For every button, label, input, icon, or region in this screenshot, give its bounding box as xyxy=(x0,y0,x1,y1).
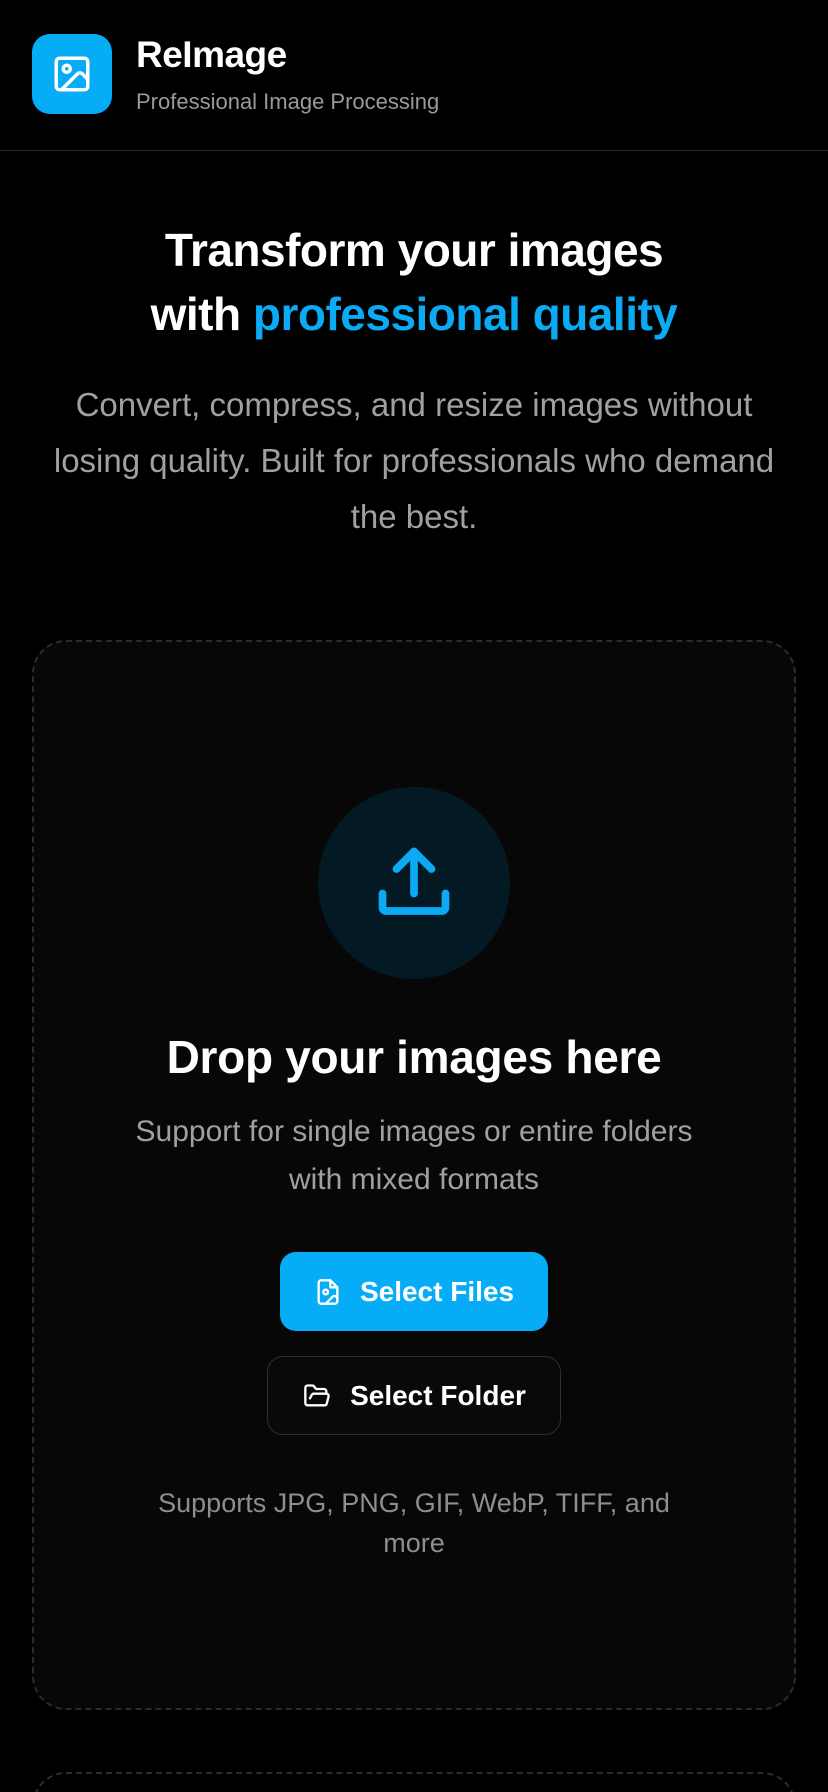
app-header: ReImage Professional Image Processing xyxy=(0,0,828,151)
upload-icon xyxy=(372,841,456,925)
hero-title: Transform your images with professional … xyxy=(0,218,828,346)
hero-title-prefix: with xyxy=(150,288,253,340)
file-image-icon xyxy=(314,1277,342,1307)
hero-title-line1: Transform your images xyxy=(164,224,664,276)
hero-description: Convert, compress, and resize images wit… xyxy=(53,386,775,535)
select-files-label: Select Files xyxy=(359,1275,515,1307)
upload-icon-badge xyxy=(318,787,510,979)
folder-open-icon xyxy=(302,1382,332,1410)
drop-description: Support for single images or entire fold… xyxy=(135,1115,693,1196)
next-section-card xyxy=(32,1772,796,1792)
brand-name: ReImage xyxy=(136,34,287,75)
page: ReImage Professional Image Processing Tr… xyxy=(0,0,828,1792)
select-files-button[interactable]: Select Files xyxy=(280,1252,548,1331)
app-logo xyxy=(32,34,112,114)
image-icon xyxy=(51,53,93,95)
brand-subtitle: Professional Image Processing xyxy=(136,89,440,114)
select-folder-label: Select Folder xyxy=(350,1379,526,1411)
select-folder-button[interactable]: Select Folder xyxy=(267,1356,561,1435)
hero-title-accent: professional quality xyxy=(252,288,678,340)
supported-formats-note: Supports JPG, PNG, GIF, WebP, TIFF, and … xyxy=(158,1488,670,1558)
drop-title: Drop your images here xyxy=(166,1031,662,1083)
